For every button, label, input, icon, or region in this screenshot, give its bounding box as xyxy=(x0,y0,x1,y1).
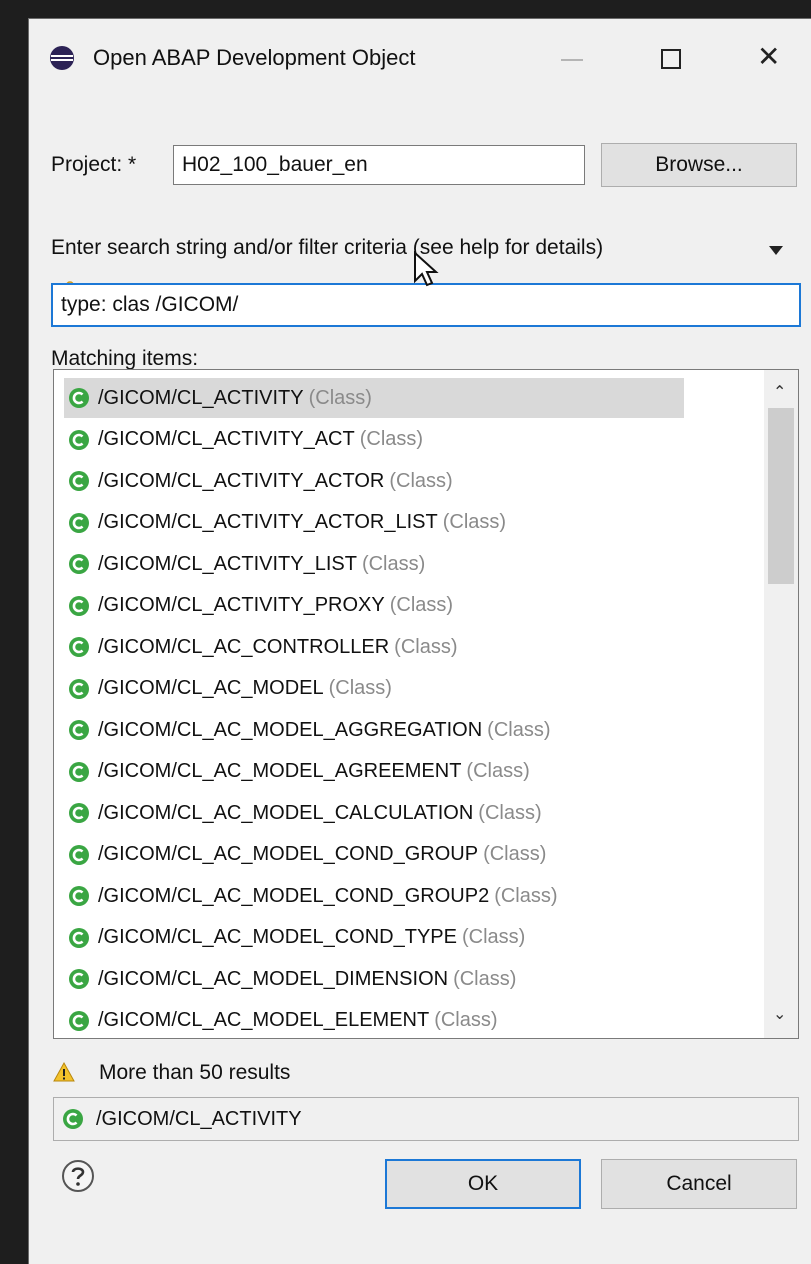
list-item[interactable]: /GICOM/CL_AC_MODEL_DIMENSION (Class) xyxy=(64,959,684,999)
item-name: /GICOM/CL_AC_MODEL_ELEMENT xyxy=(98,1009,430,1031)
minimize-button[interactable] xyxy=(561,59,583,61)
maximize-button[interactable] xyxy=(661,49,681,69)
class-icon xyxy=(69,471,89,491)
item-name: /GICOM/CL_ACTIVITY_ACTOR xyxy=(98,469,385,492)
list-item[interactable]: /GICOM/CL_ACTIVITY_ACT (Class) xyxy=(64,420,684,460)
item-kind: (Class) xyxy=(359,428,424,450)
item-kind: (Class) xyxy=(328,677,392,699)
list-item[interactable]: /GICOM/CL_ACTIVITY_PROXY (Class) xyxy=(64,586,684,626)
close-button[interactable]: ✕ xyxy=(757,43,780,71)
item-kind: (Class) xyxy=(478,801,542,824)
class-icon xyxy=(63,1109,83,1129)
list-item[interactable]: /GICOM/CL_AC_CONTROLLER (Class) xyxy=(64,627,684,667)
list-item[interactable]: /GICOM/CL_ACTIVITY_ACTOR_LIST (Class) xyxy=(64,503,684,543)
item-name: /GICOM/CL_AC_MODEL_AGREEMENT xyxy=(98,760,462,782)
item-name: /GICOM/CL_AC_MODEL_COND_GROUP2 xyxy=(98,884,490,907)
item-kind: (Class) xyxy=(308,386,372,409)
list-item[interactable]: /GICOM/CL_AC_MODEL_COND_GROUP2 (Class) xyxy=(64,876,684,916)
project-input[interactable] xyxy=(173,145,585,185)
window-title: Open ABAP Development Object xyxy=(93,45,416,70)
browse-button[interactable]: Browse... xyxy=(601,143,797,187)
class-icon xyxy=(69,678,89,699)
matching-items-label: Matching items: xyxy=(51,347,199,370)
item-kind: (Class) xyxy=(466,760,530,782)
item-kind: (Class) xyxy=(453,967,517,990)
item-name: /GICOM/CL_AC_CONTROLLER xyxy=(98,635,390,658)
list-item[interactable]: /GICOM/CL_ACTIVITY_LIST (Class) xyxy=(64,544,684,584)
mouse-cursor-icon xyxy=(414,251,439,287)
class-icon xyxy=(69,1010,89,1031)
item-kind: (Class) xyxy=(483,843,547,865)
list-item[interactable]: /GICOM/CL_AC_MODEL_COND_TYPE (Class) xyxy=(64,918,684,958)
item-kind: (Class) xyxy=(361,552,426,575)
class-icon xyxy=(69,969,89,989)
item-kind: (Class) xyxy=(389,594,454,616)
filter-menu-dropdown[interactable] xyxy=(769,246,783,255)
item-name: /GICOM/CL_AC_MODEL xyxy=(98,677,324,699)
class-icon xyxy=(69,554,89,574)
item-kind: (Class) xyxy=(461,926,526,948)
item-name: /GICOM/CL_AC_MODEL_DIMENSION xyxy=(98,967,449,990)
class-icon xyxy=(69,429,89,450)
item-kind: (Class) xyxy=(394,635,458,658)
ok-button[interactable]: OK xyxy=(385,1159,581,1209)
item-name: /GICOM/CL_ACTIVITY_PROXY xyxy=(98,594,385,616)
item-name: /GICOM/CL_ACTIVITY_LIST xyxy=(98,552,357,575)
cancel-button[interactable]: Cancel xyxy=(601,1159,797,1209)
warning-icon xyxy=(53,1061,75,1082)
list-scrollbar[interactable]: ⌃ ⌄ xyxy=(764,370,798,1038)
list-item[interactable]: /GICOM/CL_ACTIVITY (Class) xyxy=(64,378,684,418)
class-icon xyxy=(69,844,89,865)
open-abap-object-dialog: Open ABAP Development Object ✕ Project: … xyxy=(28,18,811,1264)
class-icon xyxy=(69,720,89,740)
project-label: Project: * xyxy=(51,153,137,176)
class-icon xyxy=(69,761,89,782)
item-name: /GICOM/CL_ACTIVITY xyxy=(98,386,304,409)
search-label: Enter search string and/or filter criter… xyxy=(51,236,604,259)
class-icon xyxy=(69,637,89,657)
class-icon xyxy=(69,388,89,408)
class-icon xyxy=(69,512,89,533)
scroll-up-icon[interactable]: ⌃ xyxy=(773,382,786,402)
item-kind: (Class) xyxy=(494,884,558,907)
item-name: /GICOM/CL_AC_MODEL_COND_GROUP xyxy=(98,843,479,865)
selected-item-field: /GICOM/CL_ACTIVITY xyxy=(53,1097,799,1141)
item-kind: (Class) xyxy=(487,718,551,741)
item-kind: (Class) xyxy=(434,1009,498,1031)
title-bar: Open ABAP Development Object ✕ xyxy=(29,19,811,99)
item-name: /GICOM/CL_AC_MODEL_CALCULATION xyxy=(98,801,474,824)
item-kind: (Class) xyxy=(389,469,453,492)
list-item[interactable]: /GICOM/CL_AC_MODEL_CALCULATION (Class) xyxy=(64,793,684,833)
class-icon xyxy=(69,803,89,823)
class-icon xyxy=(69,927,89,948)
scrollbar-thumb[interactable] xyxy=(768,408,794,584)
scroll-down-icon[interactable]: ⌄ xyxy=(773,1004,786,1024)
list-item[interactable]: /GICOM/CL_AC_MODEL_COND_GROUP (Class) xyxy=(64,835,684,875)
help-icon[interactable] xyxy=(61,1159,95,1193)
list-item[interactable]: /GICOM/CL_AC_MODEL_AGGREGATION (Class) xyxy=(64,710,684,750)
class-icon xyxy=(69,886,89,906)
item-kind: (Class) xyxy=(442,511,507,533)
search-input[interactable] xyxy=(51,283,801,327)
eclipse-icon xyxy=(50,46,74,70)
list-item[interactable]: /GICOM/CL_ACTIVITY_ACTOR (Class) xyxy=(64,461,684,501)
list-item[interactable]: /GICOM/CL_AC_MODEL_AGREEMENT (Class) xyxy=(64,752,684,792)
item-name: /GICOM/CL_AC_MODEL_AGGREGATION xyxy=(98,718,483,741)
results-status: More than 50 results xyxy=(99,1061,291,1084)
item-name: /GICOM/CL_ACTIVITY_ACT xyxy=(98,428,355,450)
item-name: /GICOM/CL_ACTIVITY_ACTOR_LIST xyxy=(98,511,438,533)
matching-items-list[interactable]: /GICOM/CL_ACTIVITY (Class)/GICOM/CL_ACTIV… xyxy=(53,369,799,1039)
item-name: /GICOM/CL_AC_MODEL_COND_TYPE xyxy=(98,926,457,948)
selected-item-value: /GICOM/CL_ACTIVITY xyxy=(96,1107,302,1130)
list-item[interactable]: /GICOM/CL_AC_MODEL_ELEMENT (Class) xyxy=(64,1001,684,1039)
list-item[interactable]: /GICOM/CL_AC_MODEL (Class) xyxy=(64,669,684,709)
class-icon xyxy=(69,595,89,616)
